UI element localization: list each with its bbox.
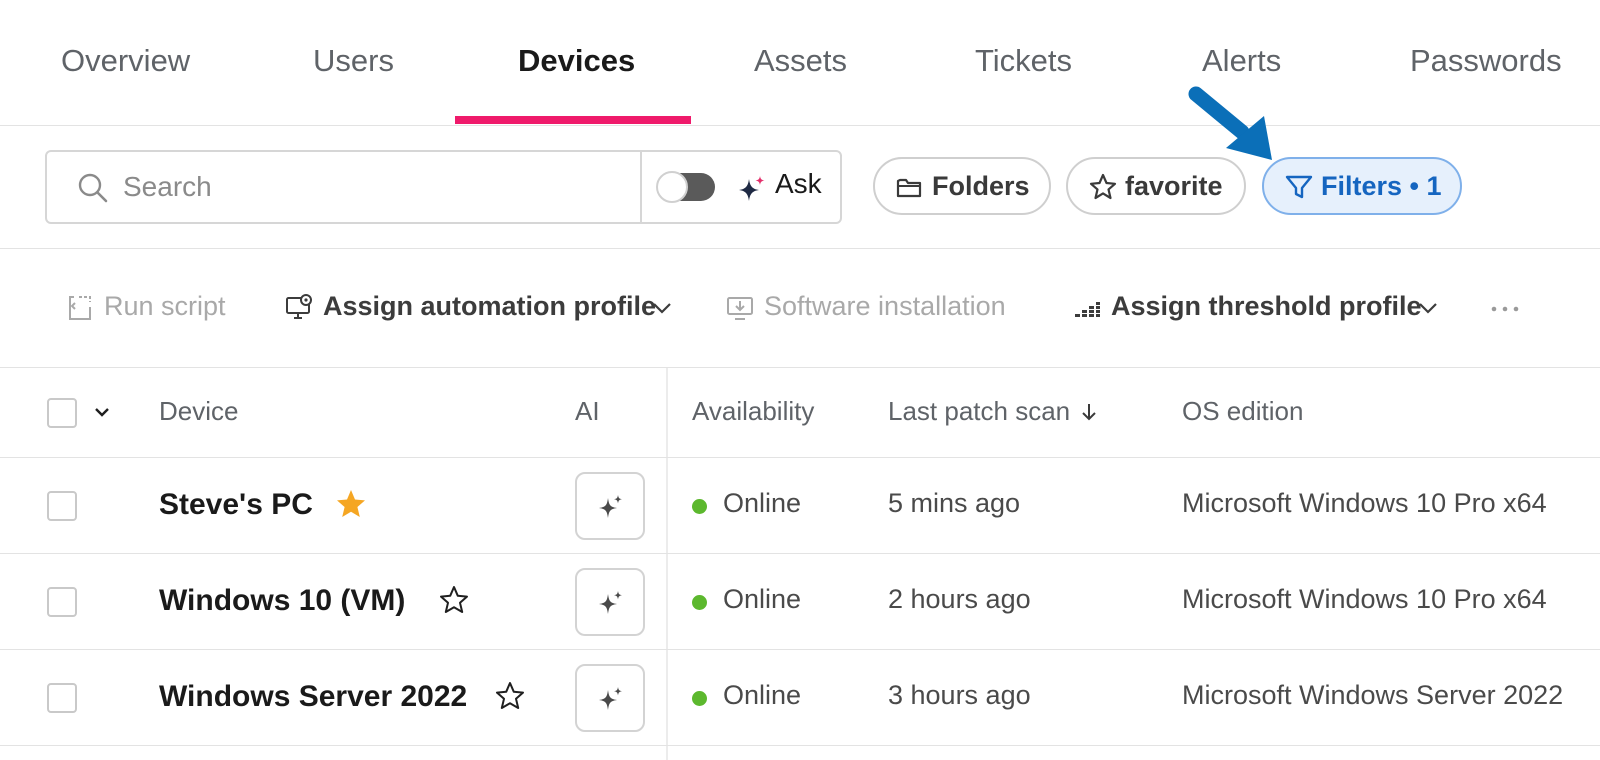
run-script-label: Run script	[104, 291, 226, 321]
ask-label[interactable]: Ask	[775, 168, 822, 200]
assign-automation-profile-label: Assign automation profile	[323, 291, 657, 321]
star-outline-icon[interactable]	[438, 584, 470, 616]
availability-value: Online	[723, 488, 802, 518]
table-row[interactable]: Windows Server 2022 Online 3 hours ago M…	[0, 650, 1600, 746]
assign-threshold-profile-button[interactable]: Assign threshold profile	[1073, 289, 1443, 329]
search-divider	[640, 152, 642, 222]
ask-ai-toggle[interactable]	[656, 171, 715, 203]
favorite-label: favorite	[1125, 171, 1223, 201]
script-icon	[69, 296, 91, 320]
threshold-profile-icon	[1075, 302, 1100, 317]
sparkle-icon	[599, 687, 622, 710]
row-checkbox[interactable]	[47, 683, 77, 713]
assign-threshold-profile-label: Assign threshold profile	[1111, 291, 1422, 321]
table-row[interactable]: Windows 10 (VM) Online 2 hours ago Micro…	[0, 554, 1600, 650]
devices-table: Device AI Availability Last patch scan O…	[0, 368, 1600, 760]
header-device[interactable]: Device	[159, 396, 238, 427]
online-status-dot	[692, 499, 707, 514]
assign-automation-profile-button[interactable]: Assign automation profile	[285, 289, 677, 329]
header-last-patch-scan[interactable]: Last patch scan	[888, 396, 1098, 427]
device-name[interactable]: Windows Server 2022	[159, 680, 467, 714]
folders-button[interactable]: Folders	[873, 157, 1051, 215]
table-row[interactable]: Steve's PC Online 5 mins ago Microsoft W…	[0, 458, 1600, 554]
tab-assets[interactable]: Assets	[754, 0, 847, 126]
search-box: Ask	[45, 150, 842, 224]
row-checkbox[interactable]	[47, 491, 77, 521]
main-tabs: Overview Users Devices Assets Tickets Al…	[0, 0, 1600, 126]
header-os-edition[interactable]: OS edition	[1182, 396, 1303, 427]
filters-button[interactable]: Filters • 1	[1262, 157, 1462, 215]
search-input[interactable]	[123, 162, 633, 212]
table-header: Device AI Availability Last patch scan O…	[0, 368, 1600, 458]
bulk-actions-toolbar: Run script Assign automation profile Sof…	[0, 249, 1600, 368]
chevron-down-icon[interactable]	[92, 402, 112, 422]
star-filled-icon[interactable]	[335, 488, 367, 520]
tab-overview[interactable]: Overview	[61, 0, 190, 126]
sparkle-icon	[739, 176, 765, 201]
more-options-icon[interactable]	[1490, 305, 1520, 313]
last-patch-scan-value: 2 hours ago	[888, 584, 1031, 614]
star-outline-icon[interactable]	[494, 680, 526, 712]
device-name[interactable]: Steve's PC	[159, 488, 313, 522]
header-ai: AI	[575, 396, 600, 426]
search-toolbar: Ask Folders favorite Filters • 1	[0, 126, 1600, 249]
callout-arrow-icon	[1188, 86, 1272, 160]
last-patch-scan-value: 3 hours ago	[888, 680, 1031, 710]
os-edition-value: Microsoft Windows Server 2022	[1182, 680, 1564, 710]
ai-assist-button[interactable]	[575, 664, 645, 732]
star-outline-icon	[1089, 173, 1117, 200]
os-edition-value: Microsoft Windows 10 Pro x64	[1182, 584, 1547, 614]
header-last-patch-scan-label: Last patch scan	[888, 396, 1071, 426]
active-tab-indicator	[455, 116, 691, 124]
select-all-checkbox[interactable]	[47, 398, 77, 428]
online-status-dot	[692, 691, 707, 706]
os-edition-value: Microsoft Windows 10 Pro x64	[1182, 488, 1547, 518]
run-script-button[interactable]: Run script	[66, 289, 236, 329]
online-status-dot	[692, 595, 707, 610]
chevron-down-icon	[653, 303, 671, 314]
folders-label: Folders	[932, 171, 1030, 201]
software-install-icon	[727, 297, 753, 320]
software-installation-button[interactable]: Software installation	[726, 289, 1022, 329]
software-installation-label: Software installation	[764, 291, 1006, 321]
availability-value: Online	[723, 680, 802, 710]
filter-funnel-icon	[1285, 175, 1313, 199]
folder-icon	[896, 178, 922, 198]
tab-devices[interactable]: Devices	[518, 0, 635, 126]
search-icon	[78, 173, 108, 203]
last-patch-scan-value: 5 mins ago	[888, 488, 1021, 518]
sort-descending-icon	[1082, 404, 1096, 421]
tab-users[interactable]: Users	[313, 0, 394, 126]
row-checkbox[interactable]	[47, 587, 77, 617]
automation-profile-icon	[286, 294, 312, 319]
filters-label: Filters • 1	[1321, 171, 1442, 201]
availability-value: Online	[723, 584, 802, 614]
sparkle-icon	[599, 495, 622, 518]
toggle-knob	[656, 171, 688, 203]
ai-assist-button[interactable]	[575, 568, 645, 636]
tab-tickets[interactable]: Tickets	[975, 0, 1072, 126]
tab-passwords[interactable]: Passwords	[1410, 0, 1562, 126]
device-name[interactable]: Windows 10 (VM)	[159, 584, 405, 618]
sparkle-icon	[599, 591, 622, 614]
chevron-down-icon	[1419, 303, 1437, 314]
header-availability[interactable]: Availability	[692, 396, 814, 427]
ai-assist-button[interactable]	[575, 472, 645, 540]
